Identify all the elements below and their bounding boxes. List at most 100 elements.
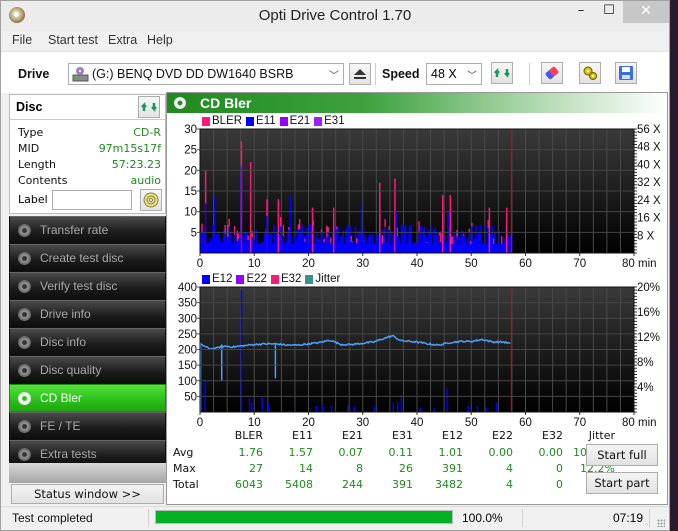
disc-type-row: Type CD-R: [18, 126, 161, 142]
nav-item-disc-info[interactable]: Disc info: [9, 328, 166, 356]
disc-test-icon: [18, 336, 31, 349]
menu-start-test[interactable]: Start test: [48, 33, 98, 47]
nav-item-cd-bler[interactable]: CD Bler: [9, 384, 166, 412]
bler-peak: [311, 207, 314, 253]
disc-label-input[interactable]: [52, 190, 132, 210]
start-full-button[interactable]: Start full: [586, 444, 658, 466]
erase-icon: [545, 66, 559, 80]
refresh-speed-button[interactable]: [491, 62, 513, 84]
disc-contents-row: Contents audio: [18, 174, 161, 190]
disc-length-key: Length: [18, 158, 56, 171]
settings-button[interactable]: [579, 62, 601, 84]
y-tick-label: 300: [178, 313, 197, 325]
disc-mid-row: MID 97m15s17f: [18, 142, 161, 158]
x-tick-label: 20: [302, 417, 315, 429]
speed-label: Speed: [382, 67, 420, 81]
disc-type-value: CD-R: [133, 126, 161, 139]
disc-test-icon: [18, 448, 31, 461]
nav-item-drive-info[interactable]: Drive info: [9, 300, 166, 328]
y-tick-label: 350: [178, 298, 197, 310]
stats-value: 26: [399, 462, 413, 475]
x-tick-label: 30: [356, 258, 369, 270]
stats-value: 6043: [235, 478, 263, 491]
nav-item-create-test-disc[interactable]: Create test disc: [9, 244, 166, 272]
nav-item-disc-quality[interactable]: Disc quality: [9, 356, 166, 384]
save-button[interactable]: [615, 62, 637, 84]
stats-value: 8: [356, 462, 363, 475]
disc-mid-key: MID: [18, 142, 40, 155]
stats-value: 0.00: [488, 446, 514, 459]
stats-header-e21: E21: [342, 429, 363, 442]
bler-peak: [379, 182, 381, 253]
e12-bar: [353, 406, 356, 412]
e11-peak: [360, 203, 363, 253]
stats-table: BLER E11 E21 E31 E12 E22 E32 Jitter Avg 1.76 1.57 0…: [167, 429, 615, 499]
menu-help[interactable]: Help: [147, 33, 173, 47]
nav-item-verify-test-disc[interactable]: Verify test disc: [9, 272, 166, 300]
maximize-button[interactable]: ☐: [595, 1, 623, 23]
speed-select-value: 48 X: [431, 67, 457, 81]
y2-tick-label: 16%: [637, 307, 660, 319]
stats-value: 1.01: [438, 446, 464, 459]
x-tick-label: 70: [573, 258, 586, 270]
nav-item-label: Disc info: [40, 335, 87, 349]
nav-item-fe-te[interactable]: FE / TE: [9, 412, 166, 440]
status-window-button[interactable]: Status window >>: [11, 484, 164, 504]
refresh-disc-button[interactable]: [138, 96, 160, 118]
progress-bar: [155, 510, 453, 524]
bler-peak: [505, 207, 508, 253]
resize-grip[interactable]: [657, 519, 665, 527]
erase-button[interactable]: [541, 62, 563, 84]
status-text: Test completed: [12, 511, 93, 525]
stats-row-label: Avg: [173, 446, 194, 459]
minimize-button[interactable]: –: [567, 1, 595, 23]
nav-item-label: CD Bler: [40, 391, 83, 405]
x-tick-label: 0: [197, 258, 203, 270]
x-tick-label: 50: [465, 417, 478, 429]
progress-fill: [156, 511, 452, 523]
e12-bar: [315, 405, 318, 412]
y2-tick-label: 24 X: [637, 195, 661, 207]
eject-button[interactable]: [349, 63, 371, 85]
stats-header-e11: E11: [292, 429, 313, 442]
nav-item-label: Disc quality: [40, 363, 102, 377]
disc-mid-value: 97m15s17f: [98, 142, 161, 155]
disc-header: Disc: [10, 95, 165, 120]
e12-bar: [347, 405, 349, 412]
disc-label-button[interactable]: [140, 189, 162, 211]
nav-item-transfer-rate[interactable]: Transfer rate: [9, 216, 166, 244]
disc-test-icon: [18, 224, 31, 237]
menu-extra[interactable]: Extra: [108, 33, 137, 47]
e12-bar: [396, 401, 399, 412]
stats-row-label: Total: [173, 478, 199, 491]
e12-bar: [240, 289, 243, 412]
y-tick-label: 25: [184, 145, 197, 157]
bler-peak: [449, 195, 452, 253]
stats-value: 0.07: [338, 446, 364, 459]
bler-peak: [488, 207, 491, 253]
close-button[interactable]: ✕: [623, 1, 669, 23]
stats-value: 14: [299, 462, 313, 475]
nav-item-label: Verify test disc: [40, 279, 118, 293]
stats-value: 1.76: [238, 446, 264, 459]
speed-select[interactable]: 48 X ﹀: [426, 63, 482, 85]
drive-label: Drive: [18, 67, 50, 81]
panel-title: CD Bler: [200, 95, 252, 111]
menu-file[interactable]: File: [12, 33, 32, 47]
start-part-button[interactable]: Start part: [586, 472, 658, 494]
y-tick-label: 250: [178, 329, 197, 341]
toolbar-separator: [529, 63, 530, 85]
y2-tick-label: 12%: [637, 332, 660, 344]
stats-header-jitter: Jitter: [588, 429, 615, 442]
stats-value: 3482: [435, 478, 463, 491]
stats-header-e32: E32: [542, 429, 563, 442]
disc-test-icon: [18, 364, 31, 377]
e12-bar: [392, 402, 395, 412]
e12-bar: [248, 397, 251, 412]
disc-contents-key: Contents: [18, 174, 68, 187]
stats-header-e31: E31: [392, 429, 413, 442]
x-tick-label: 10: [248, 417, 261, 429]
stats-row-label: Max: [173, 462, 196, 475]
drive-select[interactable]: (G:) BENQ DVD DD DW1640 BSRB ﹀: [68, 63, 344, 85]
disc-test-icon: [18, 420, 31, 433]
